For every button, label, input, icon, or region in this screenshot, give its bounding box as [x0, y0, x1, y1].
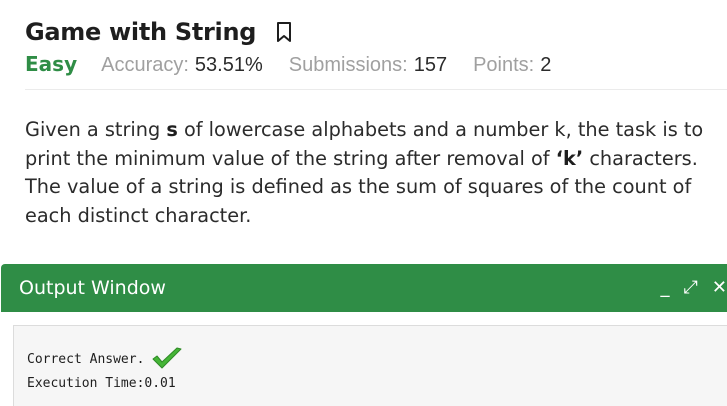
statement-var-k: ‘k’	[555, 146, 584, 170]
close-icon[interactable]: ✕	[712, 279, 727, 297]
submissions-label: Submissions:	[288, 54, 408, 76]
problem-header: Game with String Easy Accuracy: 53.51% Su…	[25, 14, 727, 80]
expand-icon[interactable]: ⤢	[684, 279, 698, 297]
output-window-body: Correct Answer. Execution Time:0.01	[13, 325, 727, 406]
accuracy-label: Accuracy:	[101, 54, 189, 76]
points-label: Points:	[473, 54, 535, 76]
result-line: Correct Answer.	[27, 346, 184, 372]
problem-meta: Easy Accuracy: 53.51% Submissions: 157 Poi…	[25, 52, 727, 80]
output-window: Output Window _ ⤢ ✕ Correct Answer. Exec…	[1, 264, 727, 406]
problem-statement: Given a string s of lowercase alphabets …	[25, 116, 715, 230]
submissions-stat: Submissions: 157	[289, 54, 447, 77]
statement-part: Given a string	[25, 118, 167, 141]
points-value: 2	[540, 54, 552, 76]
accuracy-stat: Accuracy: 53.51%	[101, 54, 263, 77]
statement-var-s: s	[166, 118, 178, 141]
problem-title: Game with String	[25, 18, 257, 46]
checkmark-icon	[150, 346, 184, 372]
title-row: Game with String	[25, 14, 727, 50]
submissions-value: 157	[413, 54, 448, 76]
bookmark-icon[interactable]	[276, 21, 292, 43]
output-window-title: Output Window	[19, 277, 166, 299]
minimize-icon[interactable]: _	[661, 279, 670, 297]
window-controls: _ ⤢ ✕	[647, 264, 727, 312]
result-text: Correct Answer.	[27, 351, 145, 367]
execution-time: Execution Time:0.01	[27, 376, 176, 391]
accuracy-value: 53.51%	[194, 54, 263, 76]
difficulty-badge: Easy	[25, 52, 78, 76]
header-divider	[25, 89, 727, 90]
output-window-header: Output Window _ ⤢ ✕	[1, 264, 727, 312]
points-stat: Points: 2	[473, 54, 551, 77]
